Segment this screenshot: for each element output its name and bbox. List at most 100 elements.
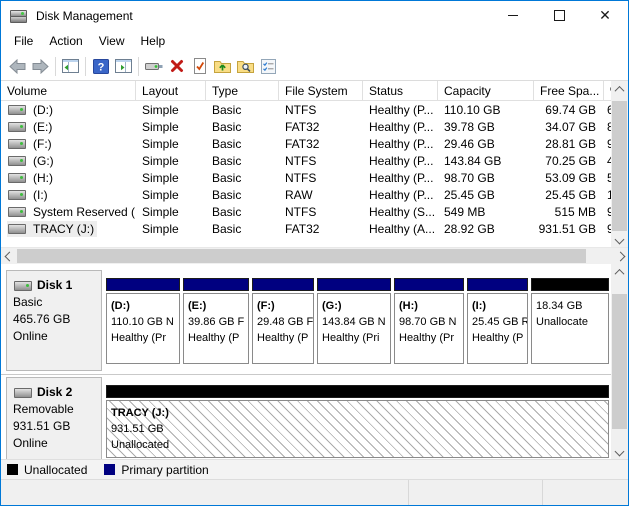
disk-management-window: Disk Management ✕ FileActionViewHelp ? bbox=[0, 0, 629, 506]
volume-cell: System Reserved (... bbox=[1, 204, 136, 220]
close-button[interactable]: ✕ bbox=[582, 1, 628, 30]
scroll-down-icon[interactable] bbox=[611, 231, 628, 247]
toolbar-separator bbox=[138, 57, 139, 76]
fs-cell: FAT32 bbox=[279, 120, 363, 134]
minimize-button[interactable] bbox=[490, 1, 536, 30]
partition-type-bar bbox=[531, 278, 609, 291]
layout-cell: Simple bbox=[136, 137, 206, 151]
capacity-cell: 39.78 GB bbox=[438, 120, 534, 134]
partition-title: TRACY (J:) bbox=[111, 405, 608, 421]
disk-label-2[interactable]: Disk 2Removable931.51 GBOnline bbox=[6, 377, 102, 459]
volume-row[interactable]: (D:)SimpleBasicNTFSHealthy (P...110.10 G… bbox=[1, 101, 628, 118]
capacity-cell: 25.45 GB bbox=[438, 188, 534, 202]
drive-icon bbox=[8, 173, 26, 183]
window-controls: ✕ bbox=[490, 1, 628, 30]
partition-i[interactable]: (I:)25.45 GB RHealthy (P bbox=[467, 278, 528, 364]
type-cell: Basic bbox=[206, 188, 279, 202]
volume-label: (F:) bbox=[33, 137, 52, 151]
back-icon[interactable] bbox=[6, 55, 29, 77]
explore-icon[interactable] bbox=[234, 55, 257, 77]
delete-volume-icon[interactable] bbox=[165, 55, 188, 77]
column-header-free-spa[interactable]: Free Spa... bbox=[534, 81, 604, 101]
partition-g[interactable]: (G:)143.84 GB NHealthy (Pri bbox=[317, 278, 391, 364]
partition-title: (I:) bbox=[472, 298, 527, 314]
partition-title: (H:) bbox=[399, 298, 463, 314]
volume-row[interactable]: (H:)SimpleBasicNTFSHealthy (P...98.70 GB… bbox=[1, 169, 628, 186]
horizontal-scrollbar[interactable] bbox=[1, 247, 628, 264]
mark-active-icon[interactable] bbox=[188, 55, 211, 77]
unallocated-segment[interactable]: 18.34 GBUnallocate bbox=[531, 278, 609, 364]
layout-cell: Simple bbox=[136, 171, 206, 185]
menu-view[interactable]: View bbox=[91, 31, 133, 51]
partition-size: 110.10 GB N bbox=[111, 314, 179, 330]
scrollbar-thumb[interactable] bbox=[612, 101, 627, 231]
volume-row[interactable]: System Reserved (...SimpleBasicNTFSHealt… bbox=[1, 203, 628, 220]
partition-type-bar bbox=[252, 278, 314, 291]
disk-label-1[interactable]: Disk 1Basic465.76 GBOnline bbox=[6, 270, 102, 371]
fs-cell: NTFS bbox=[279, 154, 363, 168]
legend-label: Unallocated bbox=[24, 463, 87, 477]
scrollbar-thumb[interactable] bbox=[17, 249, 586, 263]
volume-label: TRACY (J:) bbox=[33, 222, 94, 236]
partition-status: Healthy (Pr bbox=[399, 330, 463, 346]
partition-e[interactable]: (E:)39.86 GB FHealthy (P bbox=[183, 278, 249, 364]
column-header-file-system[interactable]: File System bbox=[279, 81, 363, 101]
partition-size: 98.70 GB N bbox=[399, 314, 463, 330]
volume-label: (H:) bbox=[33, 171, 53, 185]
legend-label: Primary partition bbox=[121, 463, 208, 477]
drive-icon bbox=[8, 156, 26, 166]
partition-d[interactable]: (D:)110.10 GB NHealthy (Pr bbox=[106, 278, 180, 364]
partition-status: Unallocated bbox=[111, 437, 608, 453]
toolbar-separator bbox=[55, 57, 56, 76]
partition-title: (E:) bbox=[188, 298, 248, 314]
volume-row[interactable]: (I:)SimpleBasicRAWHealthy (P...25.45 GB2… bbox=[1, 186, 628, 203]
partition-tracy[interactable]: TRACY (J:)931.51 GBUnallocated bbox=[106, 385, 609, 458]
graph-scrollbar[interactable] bbox=[611, 264, 628, 459]
partition-h[interactable]: (H:)98.70 GB NHealthy (Pr bbox=[394, 278, 464, 364]
open-icon[interactable] bbox=[211, 55, 234, 77]
show-action-pane-icon[interactable] bbox=[112, 55, 135, 77]
menu-bar: FileActionViewHelp bbox=[1, 30, 628, 52]
rescan-disks-icon[interactable] bbox=[142, 55, 165, 77]
help-icon[interactable]: ? bbox=[89, 55, 112, 77]
toolbar: ? bbox=[1, 52, 628, 81]
column-header-capacity[interactable]: Capacity bbox=[438, 81, 534, 101]
maximize-button[interactable] bbox=[536, 1, 582, 30]
forward-icon[interactable] bbox=[29, 55, 52, 77]
partition-status: Healthy (P bbox=[188, 330, 248, 346]
volume-row[interactable]: (F:)SimpleBasicFAT32Healthy (P...29.46 G… bbox=[1, 135, 628, 152]
menu-action[interactable]: Action bbox=[41, 31, 90, 51]
volume-row[interactable]: (G:)SimpleBasicNTFSHealthy (P...143.84 G… bbox=[1, 152, 628, 169]
disk-kind: Removable bbox=[13, 401, 97, 418]
show-console-tree-icon[interactable] bbox=[59, 55, 82, 77]
scroll-left-icon[interactable] bbox=[1, 248, 17, 264]
column-header-status[interactable]: Status bbox=[363, 81, 438, 101]
fs-cell: RAW bbox=[279, 188, 363, 202]
scroll-up-icon[interactable] bbox=[611, 264, 628, 280]
scroll-down-icon[interactable] bbox=[611, 443, 628, 459]
menu-file[interactable]: File bbox=[6, 31, 41, 51]
partition-f[interactable]: (F:)29.48 GB FHealthy (P bbox=[252, 278, 314, 364]
properties-icon[interactable] bbox=[257, 55, 280, 77]
free-cell: 69.74 GB bbox=[534, 103, 604, 117]
volume-list: VolumeLayoutTypeFile SystemStatusCapacit… bbox=[1, 81, 628, 247]
column-header-layout[interactable]: Layout bbox=[136, 81, 206, 101]
volume-cell: (E:) bbox=[1, 119, 136, 135]
fs-cell: FAT32 bbox=[279, 222, 363, 236]
partition-body: (H:)98.70 GB NHealthy (Pr bbox=[394, 293, 464, 364]
status-cell: Healthy (P... bbox=[363, 137, 438, 151]
scroll-right-icon[interactable] bbox=[612, 248, 628, 264]
column-header-volume[interactable]: Volume bbox=[1, 81, 136, 101]
menu-help[interactable]: Help bbox=[133, 31, 174, 51]
volume-list-scrollbar[interactable] bbox=[611, 81, 628, 247]
volume-cell: (D:) bbox=[1, 102, 136, 118]
column-header-type[interactable]: Type bbox=[206, 81, 279, 101]
volume-row[interactable]: TRACY (J:)SimpleBasicFAT32Healthy (A...2… bbox=[1, 220, 628, 237]
volume-row[interactable]: (E:)SimpleBasicFAT32Healthy (P...39.78 G… bbox=[1, 118, 628, 135]
free-cell: 53.09 GB bbox=[534, 171, 604, 185]
type-cell: Basic bbox=[206, 137, 279, 151]
scroll-up-icon[interactable] bbox=[611, 81, 628, 97]
scrollbar-thumb[interactable] bbox=[612, 294, 627, 429]
title-bar: Disk Management ✕ bbox=[1, 1, 628, 30]
volume-cell: (G:) bbox=[1, 153, 136, 169]
